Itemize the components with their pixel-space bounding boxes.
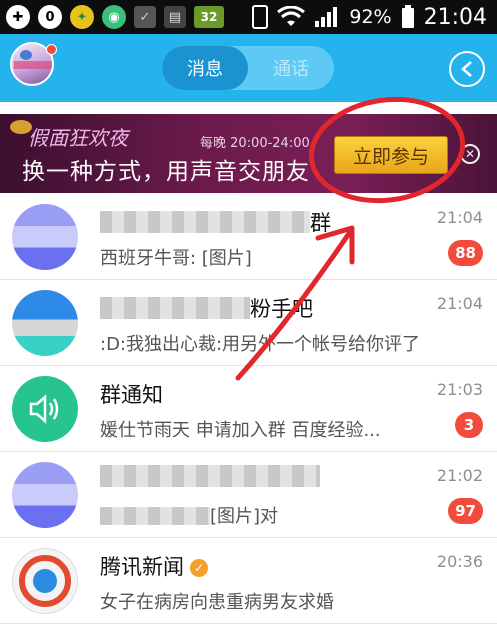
conversation-name xyxy=(100,465,320,489)
pixelated-name xyxy=(100,211,310,233)
segmented-tabs: 消息 通话 xyxy=(162,46,334,90)
unread-badge: 3 xyxy=(455,412,483,438)
list-item[interactable]: [图片]对 21:02 97 xyxy=(0,452,497,538)
pixelated-name xyxy=(100,297,250,319)
battery-icon xyxy=(401,5,414,28)
status-bar: ✚ 0 ✦ ◉ ✓ ▤ 32 92% 21:04 xyxy=(0,0,497,34)
conversation-time: 21:04 xyxy=(436,208,483,227)
speaker-icon xyxy=(12,376,78,442)
list-item[interactable]: 粉手吧 :D:我独出心裁:用另外一个帐号给你评了 21:04 xyxy=(0,280,497,366)
conversation-name: 群通知 xyxy=(100,383,163,407)
join-now-button[interactable]: 立即参与 xyxy=(334,136,448,174)
battery-percent: 92% xyxy=(349,6,392,28)
avatar xyxy=(12,290,78,356)
notification-icons: ✚ 0 ✦ ◉ ✓ ▤ 32 xyxy=(6,4,224,30)
conversation-time: 20:36 xyxy=(436,552,483,571)
banner-headline: 换一种方式，用声音交朋友 xyxy=(22,159,310,185)
close-icon[interactable]: ✕ xyxy=(460,144,480,164)
clock: 21:04 xyxy=(423,4,487,30)
avatar xyxy=(12,462,78,528)
system-indicators: 92% 21:04 xyxy=(252,0,487,34)
tencent-news-icon xyxy=(12,548,78,614)
plus-icon: ✚ xyxy=(6,5,30,29)
conversation-time: 21:04 xyxy=(436,294,483,313)
conversation-message: :D:我独出心裁:用另外一个帐号给你评了 xyxy=(100,334,421,355)
conversation-message: 西班牙牛哥: [图片] xyxy=(100,248,252,269)
pixelated-name xyxy=(100,465,320,487)
list-item[interactable]: 群 西班牙牛哥: [图片] 21:04 88 xyxy=(0,194,497,280)
profile-avatar-button[interactable] xyxy=(10,42,57,94)
battery-indicator-icon: 32 xyxy=(194,6,224,28)
conversation-message: [图片]对 xyxy=(100,502,278,528)
checkbox-icon: ✓ xyxy=(134,6,156,28)
pixelated-message xyxy=(100,507,210,525)
tab-messages[interactable]: 消息 xyxy=(162,46,248,90)
chevron-left-icon[interactable] xyxy=(449,51,485,87)
green-app-icon: ✦ xyxy=(70,5,94,29)
conversation-name: 群 xyxy=(100,207,331,237)
banner-time: 每晚 20:00-24:00 xyxy=(200,136,310,151)
banner-tag: 假面狂欢夜 xyxy=(28,126,128,150)
app-header: 消息 通话 xyxy=(0,34,497,102)
chat-bubble-icon: ◉ xyxy=(102,5,126,29)
zero-icon: 0 xyxy=(38,5,62,29)
conversation-message: 女子在病房向患重病男友求婚 xyxy=(100,592,334,613)
conversation-name: 粉手吧 xyxy=(100,293,313,323)
unread-badge: 97 xyxy=(448,498,483,524)
list-item[interactable]: 腾讯新闻 ✓ 女子在病房向患重病男友求婚 20:36 xyxy=(0,538,497,624)
conversation-time: 21:03 xyxy=(436,380,483,399)
conversation-name: 腾讯新闻 ✓ xyxy=(100,551,208,581)
clipboard-icon: ▤ xyxy=(164,6,186,28)
unread-dot xyxy=(46,44,57,55)
avatar xyxy=(12,204,78,270)
phone-icon xyxy=(252,5,269,29)
verified-icon: ✓ xyxy=(190,559,208,577)
signal-icon xyxy=(315,7,338,27)
unread-badge: 88 xyxy=(448,240,483,266)
wifi-icon xyxy=(277,6,306,26)
conversation-time: 21:02 xyxy=(436,466,483,485)
conversation-message: 媛仕节雨天 申请加入群 百度经验... xyxy=(100,420,381,441)
tab-calls[interactable]: 通话 xyxy=(248,46,334,90)
list-item[interactable]: 群通知 媛仕节雨天 申请加入群 百度经验... 21:03 3 xyxy=(0,366,497,452)
